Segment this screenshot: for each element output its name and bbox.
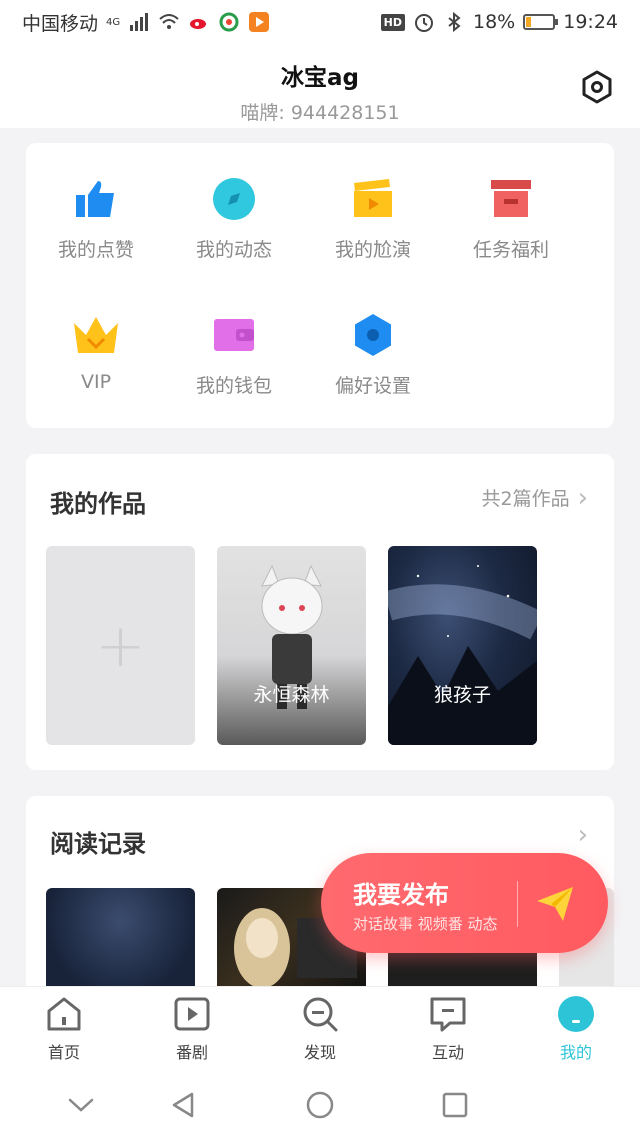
network-label: 4G — [106, 16, 121, 28]
menu-item-moments[interactable]: 我的动态 — [164, 177, 304, 262]
bottom-tab-bar: 首页 番剧 发现 互动 我的 — [0, 986, 640, 1070]
thumbs-up-icon — [76, 181, 114, 217]
menu-item-tasks[interactable]: 任务福利 — [441, 177, 581, 262]
weibo-icon — [190, 19, 207, 29]
carrier-label: 中国移动 — [22, 12, 99, 35]
history-book-cover[interactable] — [46, 888, 195, 998]
works-count-label: 共2篇作品 — [481, 488, 570, 510]
battery-percent: 18% — [473, 11, 516, 33]
works-more-link[interactable]: 共2篇作品 › — [482, 484, 589, 511]
settings-hexagon-icon[interactable] — [580, 70, 614, 104]
home-circle-icon[interactable] — [305, 1090, 335, 1120]
menu-grid: 我的点赞 我的动态 我的尬演 任务福利 VIP 我的钱包 偏好设置 — [26, 143, 614, 428]
wallet-icon — [214, 319, 254, 351]
works-card: 我的作品 共2篇作品 › + 永恒森林 狼孩子 — [26, 454, 614, 770]
history-title: 阅读记录 — [50, 830, 146, 858]
menu-card: 我的点赞 我的动态 我的尬演 任务福利 VIP 我的钱包 偏好设置 — [26, 143, 614, 428]
hexagon-settings-icon — [355, 314, 391, 356]
tab-label: 首页 — [47, 1043, 80, 1062]
publish-divider — [517, 881, 518, 927]
chevron-right-icon: › — [577, 820, 588, 850]
menu-item-performances[interactable]: 我的尬演 — [303, 177, 443, 262]
tab-interact[interactable]: 互动 — [398, 995, 498, 1063]
battery-icon — [523, 14, 559, 30]
chat-icon — [430, 997, 466, 1032]
wifi-icon — [159, 14, 179, 29]
publish-subtitle: 对话故事 视频番 动态 — [353, 915, 498, 933]
night-sky-illustration — [388, 565, 537, 745]
play-icon — [174, 997, 210, 1031]
crown-icon — [74, 317, 118, 353]
menu-label: VIP — [80, 371, 112, 393]
system-nav-bar — [0, 1070, 640, 1138]
publish-button[interactable]: 我要发布 对话故事 视频番 动态 — [321, 853, 608, 953]
gift-box-icon — [491, 180, 531, 217]
menu-item-vip[interactable]: VIP — [26, 313, 166, 393]
anime-character-illustration — [261, 564, 323, 709]
tab-label: 互动 — [431, 1043, 464, 1062]
tab-discover[interactable]: 发现 — [270, 995, 370, 1063]
plus-icon: + — [95, 610, 146, 681]
tab-profile[interactable]: 我的 — [526, 995, 626, 1063]
clapperboard-icon — [354, 179, 392, 217]
status-right: HD 18% 19:24 — [380, 11, 618, 33]
work-card[interactable]: 狼孩子 — [388, 546, 537, 745]
menu-label: 我的尬演 — [334, 239, 411, 261]
menu-label: 任务福利 — [472, 239, 549, 261]
tab-label: 番剧 — [175, 1043, 208, 1062]
compass-icon — [213, 178, 255, 220]
home-icon — [47, 997, 81, 1031]
menu-item-likes[interactable]: 我的点赞 — [26, 177, 166, 262]
works-title: 我的作品 — [50, 490, 146, 518]
work-title: 狼孩子 — [433, 684, 491, 706]
discover-search-icon — [303, 997, 338, 1032]
profile-icon — [558, 996, 594, 1032]
tab-home[interactable]: 首页 — [14, 995, 114, 1063]
menu-item-preferences[interactable]: 偏好设置 — [303, 313, 443, 398]
recent-apps-icon[interactable] — [440, 1090, 470, 1120]
chevron-down-icon[interactable] — [66, 1090, 96, 1120]
add-work-button[interactable]: + — [46, 546, 195, 745]
menu-item-wallet[interactable]: 我的钱包 — [164, 313, 304, 398]
tab-anime[interactable]: 番剧 — [142, 995, 242, 1063]
username: 冰宝ag — [281, 65, 359, 91]
clock: 19:24 — [563, 11, 618, 33]
menu-label: 我的动态 — [195, 239, 272, 261]
paper-plane-icon — [537, 887, 573, 921]
tab-label: 发现 — [303, 1043, 336, 1062]
alarm-icon — [415, 14, 433, 32]
back-triangle-icon[interactable] — [168, 1090, 198, 1120]
menu-label: 我的钱包 — [195, 375, 272, 397]
work-card[interactable]: 永恒森林 — [217, 546, 366, 745]
tab-label: 我的 — [559, 1043, 592, 1062]
app-notify-icon — [219, 12, 239, 32]
bluetooth-icon — [448, 11, 461, 33]
publish-title: 我要发布 — [353, 881, 449, 909]
history-more-link[interactable]: › — [578, 822, 588, 848]
status-left: 中国移动 4G — [22, 9, 270, 36]
menu-label: 偏好设置 — [334, 375, 411, 397]
chevron-right-icon: › — [577, 482, 588, 513]
work-title: 永恒森林 — [253, 684, 330, 706]
signal-icon — [130, 13, 149, 31]
menu-label: 我的点赞 — [57, 239, 134, 261]
profile-header: 冰宝ag 喵牌: 944428151 — [0, 44, 640, 128]
user-id: 喵牌: 944428151 — [240, 102, 400, 124]
status-bar: 中国移动 4G HD 18% 19:24 — [0, 0, 640, 44]
video-app-icon — [249, 12, 270, 32]
hd-badge: HD — [380, 13, 405, 31]
